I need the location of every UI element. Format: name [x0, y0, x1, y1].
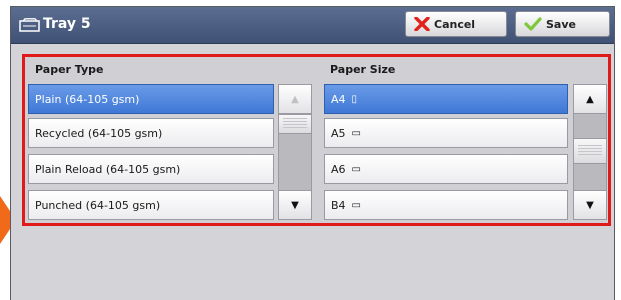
window-title: Tray 5 [43, 16, 91, 32]
cancel-x-icon [414, 17, 430, 31]
scroll-down-button[interactable]: ▼ [278, 190, 312, 220]
scroll-down-button[interactable]: ▼ [573, 190, 607, 220]
paper-type-item[interactable]: Recycled (64-105 gsm) [28, 118, 274, 148]
paper-size-item[interactable]: B4 ▭ [324, 190, 568, 220]
landscape-page-icon: ▭ [351, 163, 361, 175]
save-label: Save [546, 17, 576, 31]
paper-size-item[interactable]: A5 ▭ [324, 118, 568, 148]
paper-type-item[interactable]: Plain Reload (64-105 gsm) [28, 154, 274, 184]
paper-size-label: A5 [331, 126, 346, 140]
paper-type-label: Plain Reload (64-105 gsm) [35, 162, 181, 176]
arrow-up-icon: ▲ [291, 93, 299, 105]
paper-size-item[interactable]: A4 ▯ [324, 84, 568, 114]
scroll-up-button[interactable]: ▲ [573, 84, 607, 114]
paper-size-label: A4 [331, 92, 346, 106]
grip-icon [578, 145, 602, 157]
paper-tray-icon [19, 18, 40, 32]
paper-type-item[interactable]: Punched (64-105 gsm) [28, 190, 274, 220]
scroll-thumb[interactable] [573, 138, 607, 164]
landscape-page-icon: ▭ [351, 127, 361, 139]
checkmark-icon [524, 17, 542, 31]
cancel-label: Cancel [434, 17, 476, 31]
paper-type-item[interactable]: Plain (64-105 gsm) [28, 84, 274, 114]
paper-type-header: Paper Type [35, 63, 104, 76]
scroll-up-button[interactable]: ▲ [278, 84, 312, 114]
scroll-thumb[interactable] [278, 114, 312, 134]
landscape-page-icon: ▭ [351, 199, 361, 211]
arrow-down-icon: ▼ [291, 199, 299, 211]
paper-size-label: A6 [331, 162, 346, 176]
paper-type-label: Recycled (64-105 gsm) [35, 126, 163, 140]
portrait-page-icon: ▯ [351, 93, 358, 105]
paper-type-label: Plain (64-105 gsm) [35, 92, 140, 106]
arrow-up-icon: ▲ [586, 93, 594, 105]
paper-size-item[interactable]: A6 ▭ [324, 154, 568, 184]
save-button[interactable]: Save [515, 11, 610, 37]
paper-type-label: Punched (64-105 gsm) [35, 198, 161, 212]
grip-icon [283, 118, 307, 130]
cancel-button[interactable]: Cancel [405, 11, 507, 37]
paper-size-header: Paper Size [330, 63, 396, 76]
paper-size-label: B4 [331, 198, 346, 212]
title-bar: Tray 5 Cancel Save [11, 7, 614, 44]
arrow-down-icon: ▼ [586, 199, 594, 211]
